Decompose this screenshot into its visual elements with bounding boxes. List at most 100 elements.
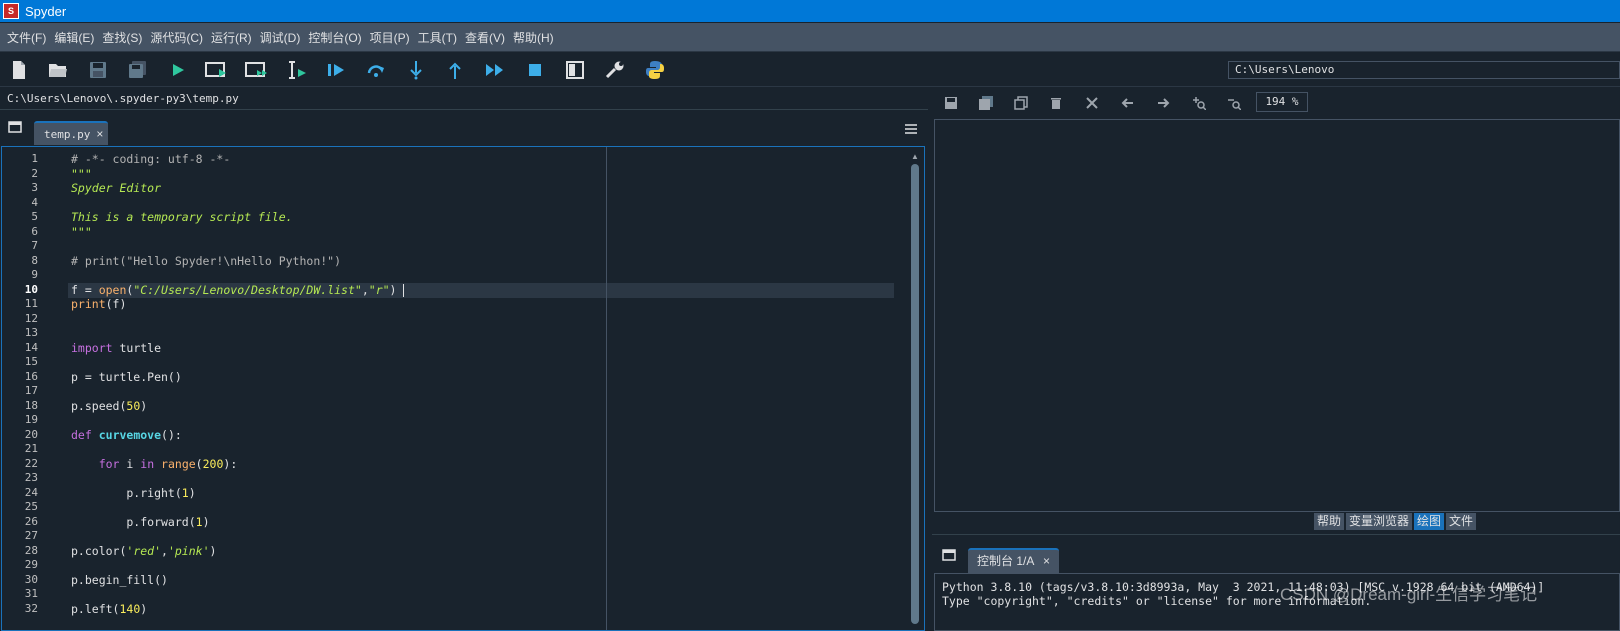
step-into-icon[interactable] xyxy=(404,59,428,81)
tab-console-1a[interactable]: 控制台 1/A × xyxy=(968,548,1059,573)
working-directory-combo[interactable]: C:\Users\Lenovo xyxy=(1228,61,1620,79)
code-line: import turtle xyxy=(71,340,162,355)
menu-edit[interactable]: 编辑(E) xyxy=(50,29,98,46)
line-number: 25 xyxy=(24,500,38,513)
line-number: 30 xyxy=(24,572,38,586)
plot-canvas xyxy=(934,119,1620,512)
line-number: 8 xyxy=(31,253,38,267)
next-plot-icon[interactable] xyxy=(1156,96,1170,110)
continue-icon[interactable] xyxy=(483,59,507,81)
editor-scrollbar[interactable]: ▲ xyxy=(908,150,922,628)
debug-icon[interactable] xyxy=(325,59,349,81)
browse-tabs-icon[interactable] xyxy=(8,121,22,136)
tab-files[interactable]: 文件 xyxy=(1446,513,1477,530)
code-line: """ xyxy=(71,224,92,239)
maximize-pane-icon[interactable] xyxy=(563,59,587,81)
step-return-icon[interactable] xyxy=(443,59,467,81)
line-number: 2 xyxy=(31,166,38,180)
save-icon[interactable] xyxy=(86,59,110,81)
window-title: Spyder xyxy=(25,3,67,19)
new-file-icon[interactable] xyxy=(7,59,31,81)
code-editor[interactable]: # -*- coding: utf-8 -*- """ Spyder Edito… xyxy=(1,146,925,631)
line-number: 21 xyxy=(24,442,38,455)
editor-tab-bar: temp.py × xyxy=(0,111,928,145)
line-number: 28 xyxy=(24,543,38,557)
edge-line xyxy=(606,147,607,630)
menu-view[interactable]: 查看(V) xyxy=(461,29,509,46)
run-selection-icon[interactable] xyxy=(285,59,309,81)
line-number: 27 xyxy=(24,529,38,542)
line-number: 24 xyxy=(24,485,38,499)
menu-run[interactable]: 运行(R) xyxy=(207,29,256,46)
code-line: Spyder Editor xyxy=(71,181,162,195)
menu-debug[interactable]: 调试(D) xyxy=(256,29,305,46)
zoom-out-icon[interactable] xyxy=(1227,96,1241,110)
code-line: for i in range(200): xyxy=(98,456,238,471)
scroll-up-arrow-icon[interactable]: ▲ xyxy=(911,152,919,161)
line-number: 15 xyxy=(24,355,38,368)
line-number: 3 xyxy=(31,181,38,194)
save-all-plots-icon[interactable] xyxy=(979,96,993,110)
code-line: p.right(1) xyxy=(71,485,196,500)
code-line: p = turtle.Pen() xyxy=(71,369,182,384)
pythonpath-icon[interactable] xyxy=(643,59,667,81)
run-cell-icon[interactable] xyxy=(205,59,229,81)
scrollbar-handle[interactable] xyxy=(911,164,919,624)
title-bar: S Spyder xyxy=(0,0,1620,22)
console-tab-bar: 控制台 1/A × xyxy=(932,534,1620,573)
step-over-icon[interactable] xyxy=(364,59,388,81)
hamburger-menu-icon[interactable] xyxy=(905,123,917,137)
editor-file-path: C:\Users\Lenovo\.spyder-py3\temp.py xyxy=(0,88,928,110)
code-line: p.left(140) xyxy=(71,601,148,616)
close-icon[interactable]: × xyxy=(1043,554,1050,568)
browse-tabs-icon[interactable] xyxy=(942,549,956,564)
tab-help[interactable]: 帮助 xyxy=(1314,513,1345,530)
line-number: 32 xyxy=(24,601,38,615)
menu-bar: 文件(F) 编辑(E) 查找(S) 源代码(C) 运行(R) 调试(D) 控制台… xyxy=(0,23,1620,52)
menu-projects[interactable]: 项目(P) xyxy=(366,29,414,46)
text-cursor xyxy=(403,284,404,297)
menu-consoles[interactable]: 控制台(O) xyxy=(304,29,365,46)
code-line: f = open("C:/Users/Lenovo/Desktop/DW.lis… xyxy=(71,282,397,297)
code-line: print(f) xyxy=(71,297,127,311)
line-number: 29 xyxy=(24,558,38,571)
watermark: CSDN @Dream-girl-生信学习笔记 xyxy=(1280,585,1538,604)
line-number: 19 xyxy=(24,413,38,426)
save-all-icon[interactable] xyxy=(126,59,150,81)
menu-tools[interactable]: 工具(T) xyxy=(414,29,461,46)
open-file-icon[interactable] xyxy=(46,59,70,81)
tab-plots[interactable]: 绘图 xyxy=(1414,513,1445,530)
zoom-in-icon[interactable] xyxy=(1192,96,1206,110)
line-number: 1 xyxy=(31,152,38,165)
line-number: 20 xyxy=(24,427,38,441)
menu-help[interactable]: 帮助(H) xyxy=(509,29,558,46)
menu-search[interactable]: 查找(S) xyxy=(98,29,146,46)
line-number-current: 10 xyxy=(24,282,38,296)
preferences-icon[interactable] xyxy=(603,59,627,81)
close-icon[interactable]: × xyxy=(96,127,103,141)
spyder-logo-icon: S xyxy=(3,3,19,19)
stop-icon[interactable] xyxy=(523,59,547,81)
remove-all-plots-icon[interactable] xyxy=(1085,96,1099,110)
tab-temp-py[interactable]: temp.py × xyxy=(34,121,108,145)
line-number: 26 xyxy=(24,514,38,528)
code-line: """ xyxy=(71,166,92,181)
line-number: 14 xyxy=(24,340,38,354)
line-number: 5 xyxy=(31,210,38,223)
save-plot-icon[interactable] xyxy=(944,96,958,110)
code-line: p.begin_fill() xyxy=(71,572,168,587)
line-number: 31 xyxy=(24,587,38,600)
menu-file[interactable]: 文件(F) xyxy=(3,29,50,46)
run-icon[interactable] xyxy=(166,59,190,81)
menu-source[interactable]: 源代码(C) xyxy=(146,29,207,46)
previous-plot-icon[interactable] xyxy=(1121,96,1135,110)
code-line: p.speed(50) xyxy=(71,398,148,413)
line-number: 22 xyxy=(24,456,38,470)
tab-variable-explorer[interactable]: 变量浏览器 xyxy=(1346,513,1413,530)
remove-plot-icon[interactable] xyxy=(1049,96,1063,110)
copy-plot-icon[interactable] xyxy=(1014,96,1028,110)
line-number: 11 xyxy=(24,297,38,310)
zoom-level-field[interactable]: 194 % xyxy=(1256,92,1308,112)
run-cell-advance-icon[interactable] xyxy=(245,59,269,81)
code-line: def curvemove(): xyxy=(71,427,182,442)
